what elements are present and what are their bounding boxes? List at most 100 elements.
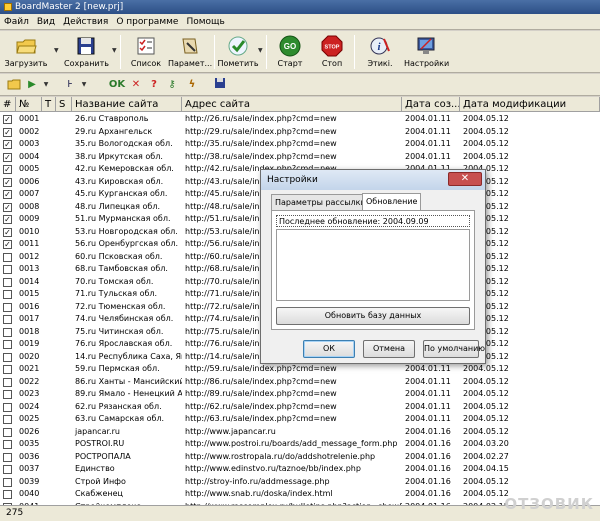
- menu-help[interactable]: Помощь: [186, 17, 224, 27]
- row-checkbox[interactable]: ✓: [3, 152, 12, 162]
- menu-file[interactable]: Файл: [4, 17, 29, 27]
- tree-dropdown-icon[interactable]: ▼: [76, 77, 92, 93]
- row-checkbox[interactable]: [3, 265, 12, 274]
- load-button[interactable]: Загрузить: [4, 33, 48, 71]
- menu-about[interactable]: О программе: [116, 17, 178, 27]
- row-checkbox[interactable]: [3, 340, 12, 349]
- table-row[interactable]: 0026 japancar.ru http://www.japancar.ru 200…: [0, 426, 600, 439]
- row-checkbox[interactable]: [3, 402, 12, 412]
- table-row[interactable]: 0023 89.ru Ямало - Ненецкий АО http://89.r…: [0, 388, 600, 401]
- list-button[interactable]: Список: [124, 33, 168, 71]
- row-checkbox[interactable]: ✓: [3, 190, 12, 199]
- table-row[interactable]: ✓ 0004 38.ru Иркутская обл. http://38.ru/sa…: [0, 151, 600, 164]
- cell-number: 0039: [19, 476, 40, 486]
- row-checkbox[interactable]: [3, 352, 12, 362]
- cancel-button[interactable]: Отмена: [363, 340, 415, 358]
- delete-icon[interactable]: ✕: [128, 77, 144, 93]
- ok-button[interactable]: ОК: [303, 340, 355, 358]
- question-icon[interactable]: ?: [146, 77, 162, 93]
- table-row[interactable]: 0024 62.ru Рязанская обл. http://62.ru/sal…: [0, 401, 600, 414]
- save-small-icon[interactable]: [212, 77, 228, 93]
- cell-number: 0022: [19, 376, 40, 386]
- col-header-t[interactable]: T: [42, 97, 56, 112]
- row-checkbox[interactable]: [3, 327, 12, 337]
- mark-dropdown-icon[interactable]: ▼: [258, 47, 263, 54]
- toolbar-separator: [354, 35, 355, 69]
- table-row[interactable]: 0025 63.ru Самарская обл. http://63.ru/sal…: [0, 413, 600, 426]
- row-checkbox[interactable]: [3, 390, 12, 399]
- row-checkbox[interactable]: ✓: [3, 177, 12, 187]
- table-row[interactable]: 0022 86.ru Ханты - Мансийский ...http://8…: [0, 376, 600, 389]
- lightning-icon[interactable]: ϟ: [184, 77, 200, 93]
- row-checkbox[interactable]: [3, 415, 12, 424]
- tab-mailing-params[interactable]: Параметры рассылки: [271, 194, 370, 210]
- col-header-site-name[interactable]: Название сайта: [72, 97, 182, 112]
- cell-number: 0011: [19, 239, 40, 248]
- menu-view[interactable]: Вид: [37, 17, 55, 27]
- load-dropdown-icon[interactable]: ▼: [54, 47, 59, 54]
- cell-number: 0021: [19, 364, 40, 373]
- col-header-created[interactable]: Дата соз...: [402, 97, 460, 112]
- table-row[interactable]: 0021 59.ru Пермская обл. http://59.ru/sale…: [0, 363, 600, 376]
- table-row[interactable]: 0037 Единство http://www.edinstvo.ru/tazno…: [0, 463, 600, 476]
- cell-number: 0035: [19, 439, 40, 448]
- update-database-button[interactable]: Обновить базу данных: [276, 307, 470, 325]
- row-checkbox[interactable]: ✓: [3, 215, 12, 224]
- stop-button[interactable]: STOP Стоп: [310, 33, 354, 71]
- row-checkbox[interactable]: [3, 490, 12, 499]
- table-row[interactable]: ✓ 0002 29.ru Архангельск http://29.ru/sale/…: [0, 126, 600, 139]
- row-checkbox[interactable]: [3, 427, 12, 437]
- ok-button[interactable]: OK: [108, 77, 126, 93]
- row-checkbox[interactable]: ✓: [3, 115, 12, 124]
- update-log-memo[interactable]: [276, 229, 470, 301]
- row-checkbox[interactable]: [3, 315, 12, 324]
- save-dropdown-icon[interactable]: ▼: [112, 47, 117, 54]
- cell-number: 0040: [19, 489, 40, 498]
- row-checkbox[interactable]: [3, 252, 12, 262]
- col-header-number[interactable]: №: [16, 97, 42, 112]
- row-checkbox[interactable]: ✓: [3, 140, 12, 149]
- open-folder-icon[interactable]: [6, 77, 22, 93]
- table-row[interactable]: 0039 Строй Инфо http://stroy-info.ru/addme…: [0, 476, 600, 489]
- col-header-index[interactable]: #: [0, 97, 16, 112]
- default-button[interactable]: По умолчанию: [423, 340, 485, 358]
- row-checkbox[interactable]: ✓: [3, 227, 12, 237]
- col-header-site-url[interactable]: Адрес сайта: [182, 97, 402, 112]
- col-header-s[interactable]: S: [56, 97, 72, 112]
- row-checkbox[interactable]: [3, 477, 12, 487]
- row-checkbox[interactable]: [3, 365, 12, 374]
- row-checkbox[interactable]: [3, 290, 12, 299]
- row-checkbox[interactable]: ✓: [3, 127, 12, 137]
- cell-site-name: 70.ru Томская обл.: [75, 276, 154, 286]
- table-row[interactable]: ✓ 0001 26.ru Ставрополь http://26.ru/sale/i…: [0, 113, 600, 126]
- settings-dialog: Настройки ✕ Параметры рассылки Обновлени…: [260, 169, 486, 364]
- key-icon[interactable]: ⚷: [164, 77, 180, 93]
- cell-site-name: 86.ru Ханты - Мансийский ...: [75, 376, 182, 386]
- tab-update[interactable]: Обновление: [362, 193, 422, 211]
- row-checkbox[interactable]: ✓: [3, 165, 12, 174]
- row-checkbox[interactable]: [3, 377, 12, 387]
- col-header-modified[interactable]: Дата модификации: [460, 97, 600, 112]
- save-button[interactable]: Сохранить: [64, 33, 109, 71]
- cell-created: 2004.01.11: [405, 401, 451, 411]
- table-row[interactable]: 0036 РОСТРОПАЛА http://www.rostropala.ru/d…: [0, 451, 600, 464]
- table-row[interactable]: 0035 POSTROI.RU http://www.postroi.ru/boar…: [0, 438, 600, 451]
- dialog-close-button[interactable]: ✕: [448, 172, 482, 186]
- ethics-button[interactable]: i Этикі.: [358, 33, 402, 71]
- cell-site-url: http://www.snab.ru/doska/index.html: [185, 489, 333, 498]
- row-checkbox[interactable]: [3, 452, 12, 462]
- play-dropdown-icon[interactable]: ▼: [38, 77, 54, 93]
- row-checkbox[interactable]: [3, 465, 12, 474]
- row-checkbox[interactable]: ✓: [3, 240, 12, 249]
- start-button[interactable]: GO Старт: [268, 33, 312, 71]
- mark-button[interactable]: Пометить: [216, 33, 260, 71]
- table-row[interactable]: ✓ 0003 35.ru Вологодская обл. http://35.ru/…: [0, 138, 600, 151]
- menu-actions[interactable]: Действия: [63, 17, 108, 27]
- row-checkbox[interactable]: [3, 302, 12, 312]
- parameters-icon: [182, 38, 198, 54]
- row-checkbox[interactable]: ✓: [3, 202, 12, 212]
- params-button[interactable]: Парамет...: [168, 33, 212, 71]
- row-checkbox[interactable]: [3, 277, 12, 287]
- row-checkbox[interactable]: [3, 440, 12, 449]
- settings-button[interactable]: Настройки: [404, 33, 449, 71]
